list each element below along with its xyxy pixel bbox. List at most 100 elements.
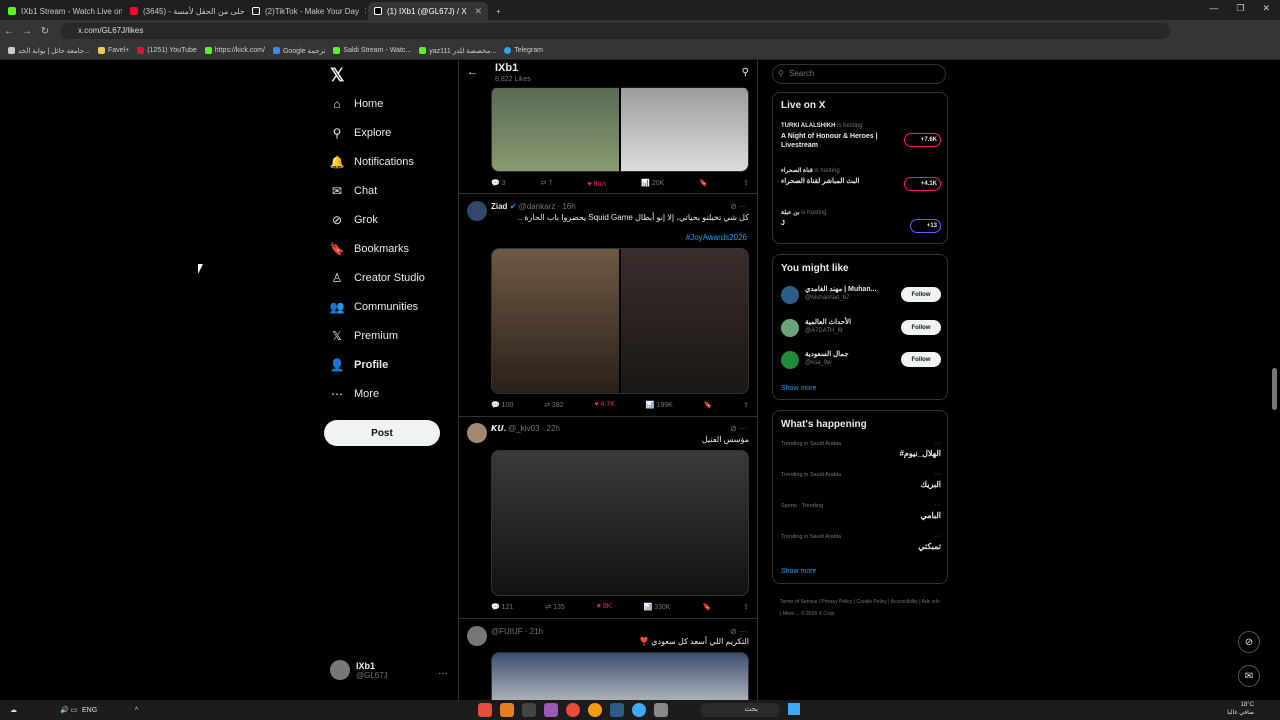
new-tab-button[interactable]: +: [490, 2, 510, 20]
repost-button[interactable]: ⇄ 282: [544, 401, 564, 413]
more-dots-icon[interactable]: ···: [438, 668, 448, 679]
browser-tab[interactable]: أحلى من الحقل لأمسة - (3645)✕: [124, 2, 244, 20]
more-dots-icon[interactable]: ⊘ ···: [730, 627, 747, 636]
live-item[interactable]: TURKI ALALSHIKH is hosting A Night of Ho…: [781, 123, 941, 150]
windows-start-icon[interactable]: [788, 703, 800, 715]
trend-item[interactable]: Sports · Trending البامي ···: [781, 502, 941, 520]
address-bar[interactable]: x.com/GL67J/likes: [60, 23, 1170, 39]
post-button[interactable]: Post: [324, 420, 440, 446]
messages-icon[interactable]: ✉: [1238, 665, 1260, 687]
reload-icon[interactable]: ↻: [36, 26, 54, 37]
nav-notifications[interactable]: 🔔 Notifications: [330, 155, 414, 169]
nav-chat[interactable]: ✉ Chat: [330, 184, 377, 198]
bookmark-icon[interactable]: 🔖: [704, 401, 713, 413]
scrollbar[interactable]: [1272, 60, 1277, 700]
bookmark-icon[interactable]: 🔖: [699, 179, 708, 191]
hashtag-link[interactable]: #JoyAwards2026: [686, 233, 747, 242]
suggestion-row[interactable]: جمال السعودية @ksa_9w Follow: [781, 349, 941, 373]
like-button[interactable]: ♥ 9K: [597, 603, 612, 615]
search-input[interactable]: ⚲ Search: [772, 64, 946, 84]
more-dots-icon[interactable]: ⊘ ···: [730, 202, 747, 211]
trend-item[interactable]: Trending in Saudi Arabia #الهلال_نيوم ···: [781, 440, 941, 458]
share-icon[interactable]: ⇪: [743, 603, 749, 615]
bookmark-item[interactable]: جامعة حائل | بوابة الخد...: [8, 47, 90, 55]
tweet-media[interactable]: [491, 450, 749, 596]
app-icon[interactable]: [610, 703, 624, 717]
more-dots-icon[interactable]: ···: [934, 471, 941, 478]
nav-communities[interactable]: 👥 Communities: [330, 300, 419, 314]
maximize-icon[interactable]: ❐: [1236, 3, 1244, 14]
trend-item[interactable]: Trending in Saudi Arabia تمبكتي ···: [781, 533, 941, 551]
app-icon[interactable]: [654, 703, 668, 717]
back-arrow-icon[interactable]: ←: [0, 26, 18, 37]
nav-bookmarks[interactable]: 🔖 Bookmarks: [330, 242, 410, 256]
repost-button[interactable]: ⇄ 7: [541, 179, 553, 191]
suggestion-row[interactable]: الأحداث العالمية @A7DATH_M Follow: [781, 317, 941, 341]
scrollbar-thumb[interactable]: [1272, 368, 1277, 410]
footer-link[interactable]: More ...: [783, 611, 800, 617]
footer-link[interactable]: Ads info: [922, 599, 940, 605]
live-item[interactable]: قناة الصحراء is hosting البث المباشر لقن…: [781, 167, 941, 191]
app-icon[interactable]: [588, 703, 602, 717]
trend-item[interactable]: Trending in Saudi Arabia البريك ···: [781, 471, 941, 489]
browser-tab[interactable]: IXb1 Stream - Watch Live on Ki✕: [2, 2, 122, 20]
share-icon[interactable]: ⇪: [743, 401, 749, 413]
nav-explore[interactable]: ⚲ Explore: [330, 126, 392, 140]
minimize-icon[interactable]: —: [1209, 3, 1218, 14]
close-icon[interactable]: ✕: [1262, 3, 1270, 14]
avatar[interactable]: [467, 201, 487, 221]
back-arrow-icon[interactable]: ←: [467, 66, 478, 78]
more-dots-icon[interactable]: ···: [934, 502, 941, 509]
like-button[interactable]: ♥ 4.7K: [594, 401, 615, 413]
follow-button[interactable]: Follow: [901, 287, 941, 302]
bookmark-icon[interactable]: 🔖: [702, 603, 711, 615]
bookmark-item[interactable]: Favel+: [97, 47, 129, 54]
tweet-media[interactable]: [491, 652, 749, 700]
footer-link[interactable]: Terms of Service: [780, 599, 817, 605]
app-icon[interactable]: [478, 703, 492, 717]
live-item[interactable]: بن عبلة is hosting J +13: [781, 209, 941, 233]
app-icon[interactable]: [566, 703, 580, 717]
share-icon[interactable]: ⇪: [743, 179, 749, 191]
bookmark-item[interactable]: Google ترجمة: [272, 47, 325, 55]
tweet-media[interactable]: [491, 248, 749, 394]
app-icon[interactable]: [632, 703, 646, 717]
taskbar-search[interactable]: بحث: [700, 703, 780, 717]
tray-icons[interactable]: 🔊 ▭: [60, 706, 77, 714]
footer-link[interactable]: Accessibility: [891, 599, 918, 605]
app-icon[interactable]: [522, 703, 536, 717]
chevron-up-icon[interactable]: ^: [135, 707, 138, 714]
app-icon[interactable]: [500, 703, 514, 717]
show-more-link[interactable]: Show more: [781, 568, 816, 575]
avatar[interactable]: [467, 626, 487, 646]
like-button[interactable]: ♥ 8แก: [587, 179, 606, 191]
nav-more[interactable]: ⋯ More: [330, 387, 379, 401]
bookmark-item[interactable]: yaz111 مخصصة للدر...: [419, 47, 496, 55]
search-icon[interactable]: ⚲: [742, 67, 749, 78]
weather-widget[interactable]: 18°C صافي غالبا: [1227, 701, 1254, 717]
browser-tab[interactable]: (2)TikTok - Make Your Day✕: [246, 2, 366, 20]
footer-link[interactable]: Privacy Policy: [821, 599, 852, 605]
account-switcher[interactable]: IXb1 @GL67J: [330, 660, 388, 680]
weather-icon[interactable]: ☁: [10, 706, 17, 714]
reply-button[interactable]: 💬 100: [491, 401, 513, 413]
more-dots-icon[interactable]: ···: [934, 533, 941, 540]
browser-tab-active[interactable]: (1) IXb1 (@GL67J) / X ✕: [368, 2, 488, 20]
bookmark-item[interactable]: https://kick.com/: [204, 47, 265, 54]
close-icon[interactable]: ✕: [364, 6, 366, 17]
nav-premium[interactable]: 𝕏 Premium: [330, 329, 398, 343]
repost-button[interactable]: ⇄ 135: [545, 603, 565, 615]
nav-home[interactable]: ⌂ Home: [330, 97, 383, 111]
bookmark-item[interactable]: Telegram: [504, 47, 543, 54]
forward-arrow-icon[interactable]: →: [18, 26, 36, 37]
views-button[interactable]: 📊 199K: [646, 401, 673, 413]
nav-grok[interactable]: ⊘ Grok: [330, 213, 378, 227]
close-icon[interactable]: ✕: [474, 6, 482, 17]
tweet-media[interactable]: [491, 86, 749, 172]
views-button[interactable]: 📊 20K: [641, 179, 664, 191]
avatar[interactable]: [467, 423, 487, 443]
x-logo-icon[interactable]: 𝕏: [330, 65, 345, 86]
grok-icon[interactable]: ⊘: [1238, 631, 1260, 653]
suggestion-row[interactable]: مهند الغامدي | Muhan... @Muhannad_b7 Fol…: [781, 284, 941, 308]
more-dots-icon[interactable]: ···: [934, 440, 941, 447]
